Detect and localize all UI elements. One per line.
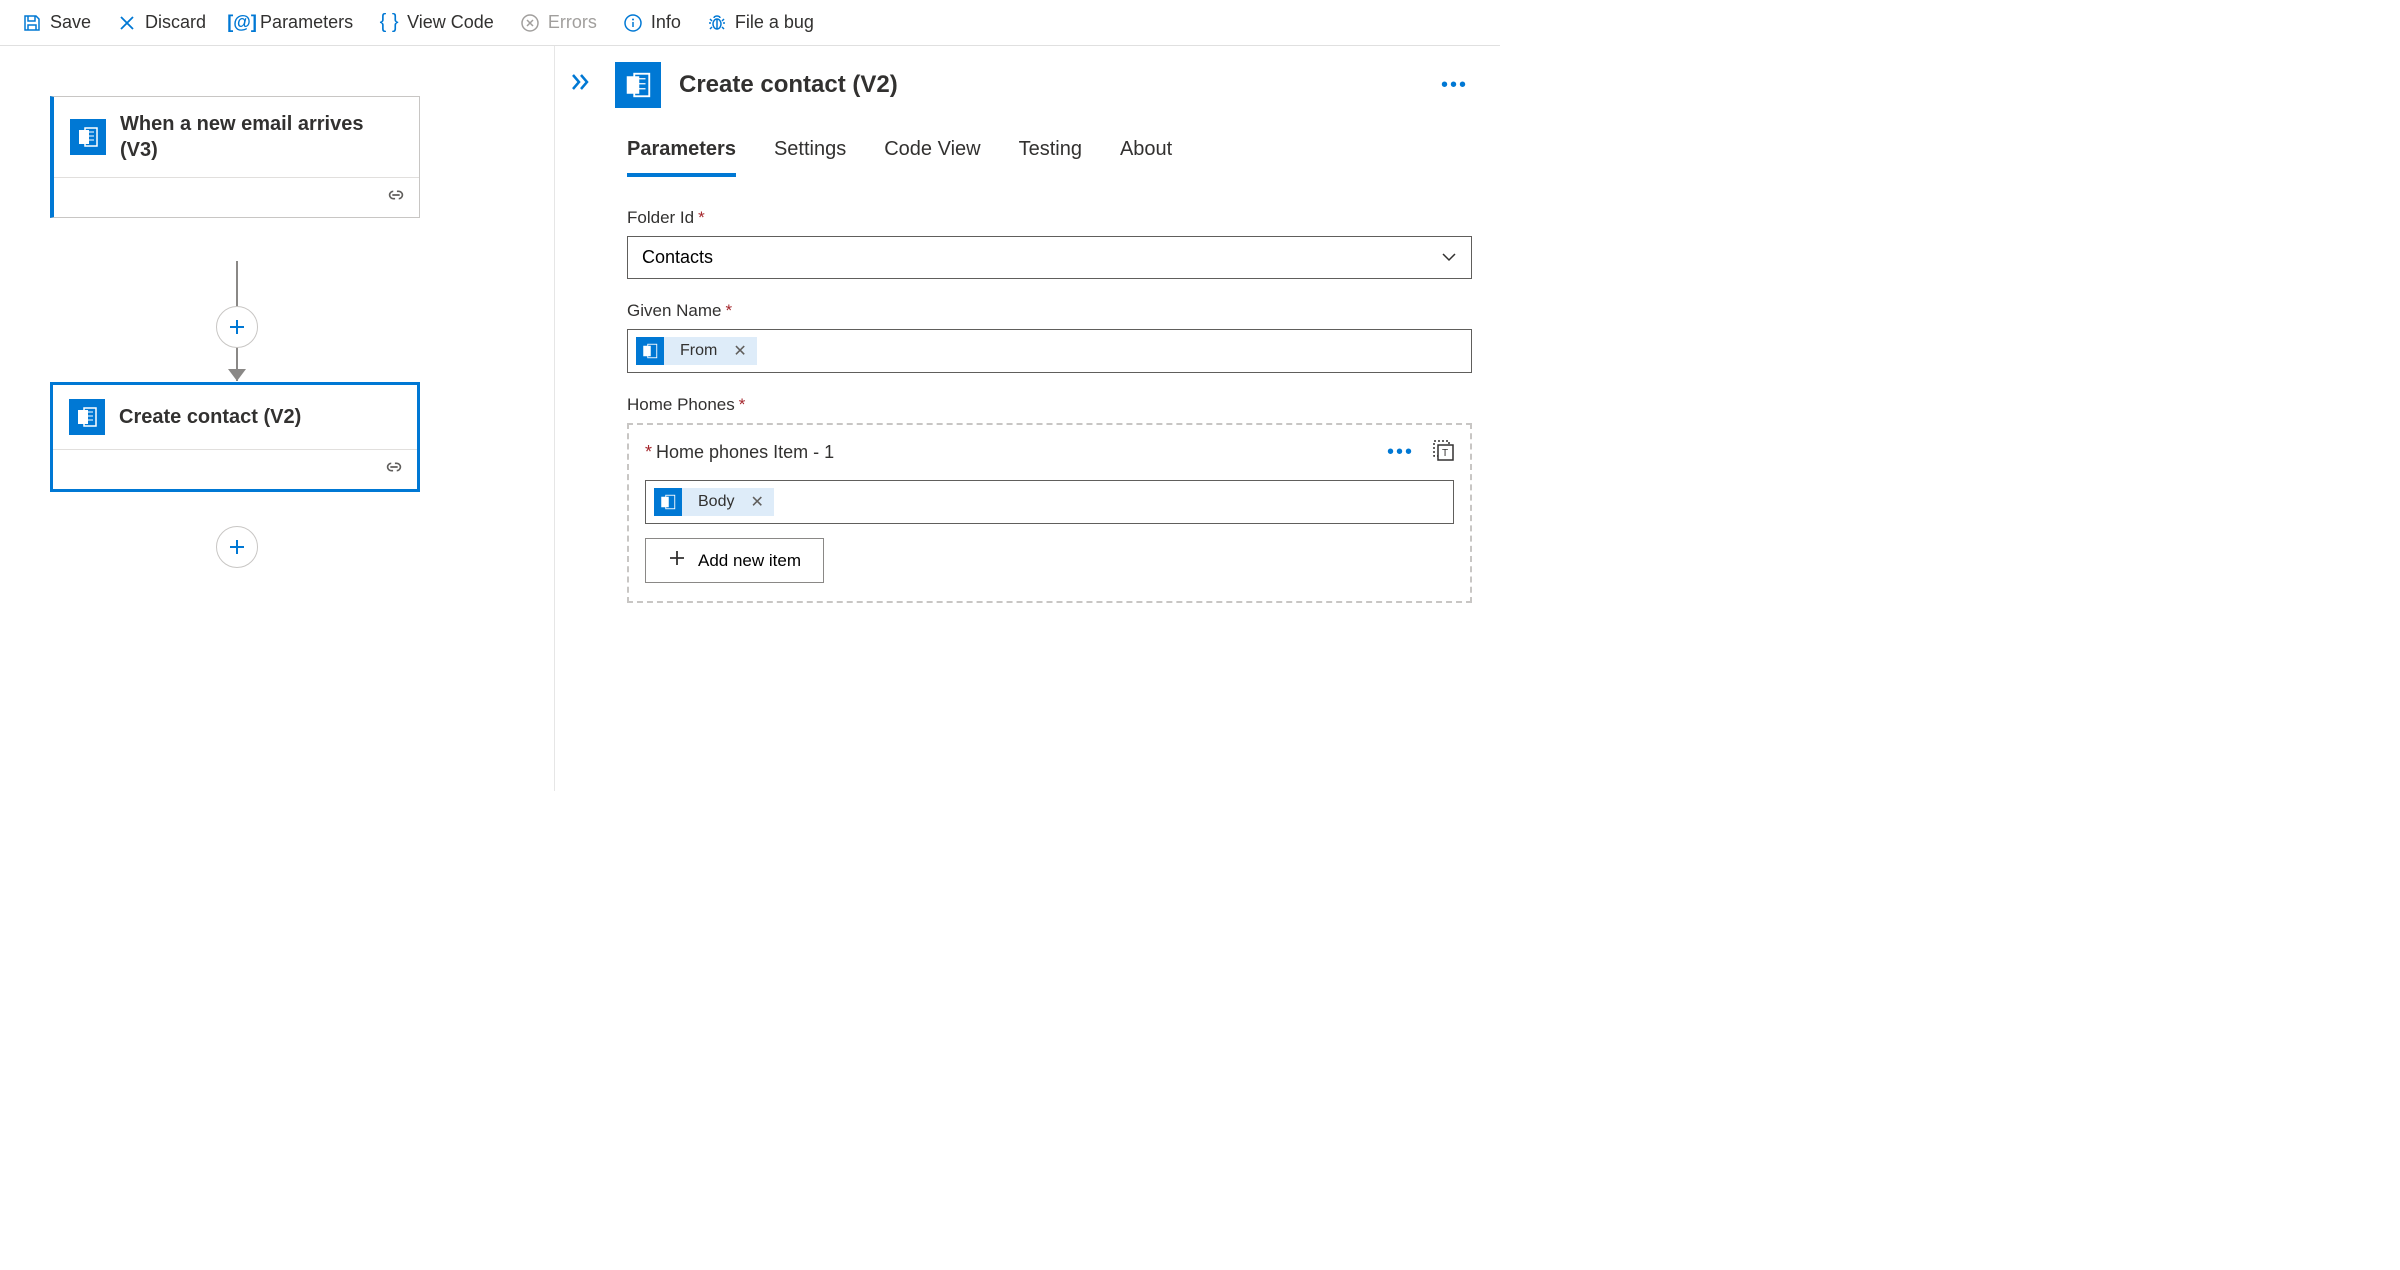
array-item-label: *Home phones Item - 1 [645, 442, 834, 463]
dynamic-token-from[interactable]: From ✕ [636, 337, 757, 365]
token-label: From [674, 338, 723, 364]
outlook-icon [615, 62, 661, 108]
save-icon [22, 13, 42, 33]
bug-icon [707, 13, 727, 33]
connector-arrow [228, 369, 246, 381]
add-new-item-button[interactable]: Add new item [645, 538, 824, 583]
discard-label: Discard [145, 12, 206, 33]
given-name-label: Given Name* [627, 301, 1472, 321]
toolbar: Save Discard [@] Parameters { } View Cod… [0, 0, 1500, 46]
home-phones-field: Home Phones* *Home phones Item - 1 ••• T [627, 395, 1472, 603]
given-name-field: Given Name* From ✕ [627, 301, 1472, 373]
designer-canvas: When a new email arrives (V3) Create con… [0, 46, 555, 791]
view-code-button[interactable]: { } View Code [367, 6, 506, 39]
token-remove-button[interactable]: ✕ [723, 341, 756, 361]
svg-text:T: T [1442, 448, 1448, 459]
home-phones-item-input[interactable]: Body ✕ [645, 480, 1454, 524]
home-phones-array: *Home phones Item - 1 ••• T [627, 423, 1472, 603]
required-indicator: * [725, 301, 732, 320]
parameters-icon: [@] [232, 13, 252, 33]
trigger-card[interactable]: When a new email arrives (V3) [50, 96, 420, 218]
switch-to-text-mode-icon[interactable]: T [1432, 439, 1454, 466]
trigger-card-header: When a new email arrives (V3) [54, 97, 419, 177]
file-bug-button[interactable]: File a bug [695, 6, 826, 39]
panel-header: Create contact (V2) ••• [567, 46, 1472, 132]
add-step-button[interactable] [216, 526, 258, 568]
parameters-button[interactable]: [@] Parameters [220, 6, 365, 39]
required-indicator: * [698, 208, 705, 227]
plus-icon [668, 549, 686, 572]
save-label: Save [50, 12, 91, 33]
array-item-more-button[interactable]: ••• [1387, 441, 1414, 464]
outlook-icon [70, 119, 106, 155]
array-item-actions: ••• T [1387, 439, 1454, 466]
parameters-form: Folder Id* Contacts Given Name* [567, 208, 1472, 603]
tab-parameters[interactable]: Parameters [627, 132, 736, 177]
panel-more-button[interactable]: ••• [1437, 70, 1472, 101]
action-title: Create contact (V2) [119, 404, 301, 430]
connection-icon[interactable] [383, 458, 405, 481]
errors-button[interactable]: Errors [508, 6, 609, 39]
save-button[interactable]: Save [10, 6, 103, 39]
tab-settings[interactable]: Settings [774, 132, 846, 177]
file-bug-label: File a bug [735, 12, 814, 33]
home-phones-label: Home Phones* [627, 395, 1472, 415]
main: When a new email arrives (V3) Create con… [0, 46, 1500, 791]
token-remove-button[interactable]: ✕ [740, 492, 773, 512]
action-card-header: Create contact (V2) [53, 385, 417, 449]
folder-id-value: Contacts [642, 247, 713, 268]
parameters-label: Parameters [260, 12, 353, 33]
given-name-input[interactable]: From ✕ [627, 329, 1472, 373]
outlook-icon [636, 337, 664, 365]
outlook-icon [654, 488, 682, 516]
folder-id-field: Folder Id* Contacts [627, 208, 1472, 279]
action-card-footer [53, 449, 417, 489]
view-code-label: View Code [407, 12, 494, 33]
trigger-card-footer [54, 177, 419, 217]
trigger-title: When a new email arrives (V3) [120, 111, 403, 163]
details-panel: Create contact (V2) ••• Parameters Setti… [555, 46, 1500, 791]
dynamic-token-body[interactable]: Body ✕ [654, 488, 774, 516]
collapse-panel-button[interactable] [567, 69, 597, 101]
action-card[interactable]: Create contact (V2) [50, 382, 420, 492]
array-item-header: *Home phones Item - 1 ••• T [645, 439, 1454, 466]
chevron-down-icon [1441, 247, 1457, 268]
discard-button[interactable]: Discard [105, 6, 218, 39]
info-button[interactable]: Info [611, 6, 693, 39]
info-icon [623, 13, 643, 33]
errors-label: Errors [548, 12, 597, 33]
add-step-button[interactable] [216, 306, 258, 348]
required-indicator: * [645, 442, 652, 462]
add-item-label: Add new item [698, 551, 801, 571]
close-icon [117, 13, 137, 33]
outlook-icon [69, 399, 105, 435]
tab-testing[interactable]: Testing [1019, 132, 1082, 177]
folder-id-select[interactable]: Contacts [627, 236, 1472, 279]
tab-code-view[interactable]: Code View [884, 132, 980, 177]
panel-title: Create contact (V2) [679, 71, 1419, 99]
required-indicator: * [739, 395, 746, 414]
tab-about[interactable]: About [1120, 132, 1172, 177]
info-label: Info [651, 12, 681, 33]
folder-id-label: Folder Id* [627, 208, 1472, 228]
token-label: Body [692, 489, 740, 515]
panel-tabs: Parameters Settings Code View Testing Ab… [567, 132, 1472, 178]
connection-icon[interactable] [385, 186, 407, 209]
error-icon [520, 13, 540, 33]
braces-icon: { } [379, 13, 399, 33]
